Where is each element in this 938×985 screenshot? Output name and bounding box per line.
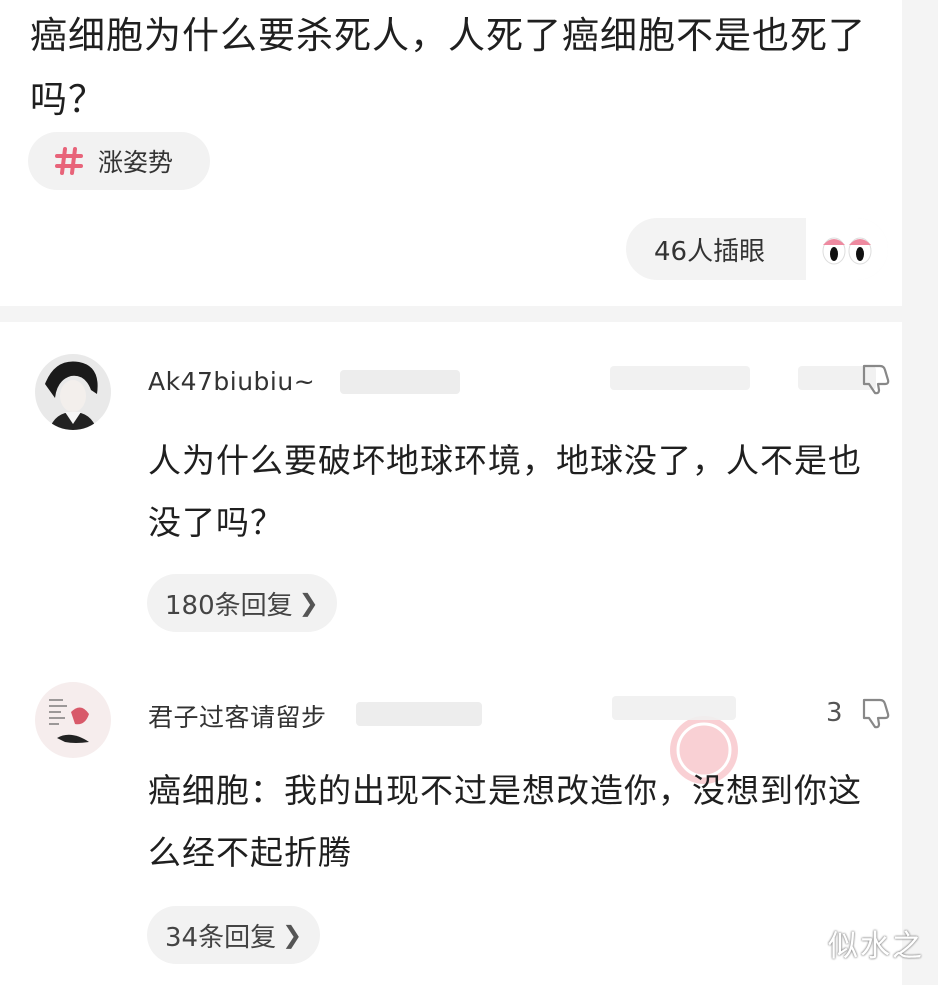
comment-text[interactable]: 癌细胞：我的出现不过是想改造你，没想到你这么经不起折腾 — [148, 760, 878, 884]
comments-card: Ak47biubiu~ 人为什么要破坏地球环境，地球没了，人不是也没了吗？ 18… — [0, 322, 902, 985]
avatar[interactable] — [35, 682, 111, 758]
blurred-text — [356, 702, 482, 726]
replies-count: 180条回复 — [165, 590, 293, 621]
topic-tag[interactable]: 涨姿势 — [28, 132, 210, 190]
comment-text[interactable]: 人为什么要破坏地球环境，地球没了，人不是也没了吗？ — [148, 430, 878, 554]
blurred-text — [612, 696, 736, 720]
eyes-icon — [806, 218, 888, 280]
thumbs-down-icon[interactable] — [858, 696, 892, 730]
blurred-text — [610, 366, 750, 390]
hashtag-icon — [55, 147, 83, 175]
topic-label: 涨姿势 — [98, 148, 174, 177]
watermark: 似水之 — [828, 929, 924, 964]
comment-username[interactable]: 君子过客请留步 — [148, 698, 327, 734]
view-replies-button[interactable]: 34条回复 ❯ — [147, 906, 321, 964]
post-card: 癌细胞为什么要杀死人，人死了癌细胞不是也死了吗？ 涨姿势 46人插眼 — [0, 0, 902, 306]
blurred-text — [340, 370, 460, 394]
reaction-label: 46人插眼 — [654, 236, 766, 267]
reaction-button[interactable]: 46人插眼 — [626, 218, 888, 280]
post-title[interactable]: 癌细胞为什么要杀死人，人死了癌细胞不是也死了吗？ — [30, 4, 880, 132]
like-count: 3 — [826, 698, 843, 728]
chevron-right-icon: ❯ — [298, 589, 319, 617]
comment-username[interactable]: Ak47biubiu~ — [148, 367, 315, 396]
chevron-right-icon: ❯ — [282, 921, 303, 949]
thumbs-down-icon[interactable] — [858, 362, 892, 396]
view-replies-button[interactable]: 180条回复 ❯ — [147, 574, 337, 632]
replies-count: 34条回复 — [165, 922, 277, 953]
avatar[interactable] — [35, 354, 111, 430]
